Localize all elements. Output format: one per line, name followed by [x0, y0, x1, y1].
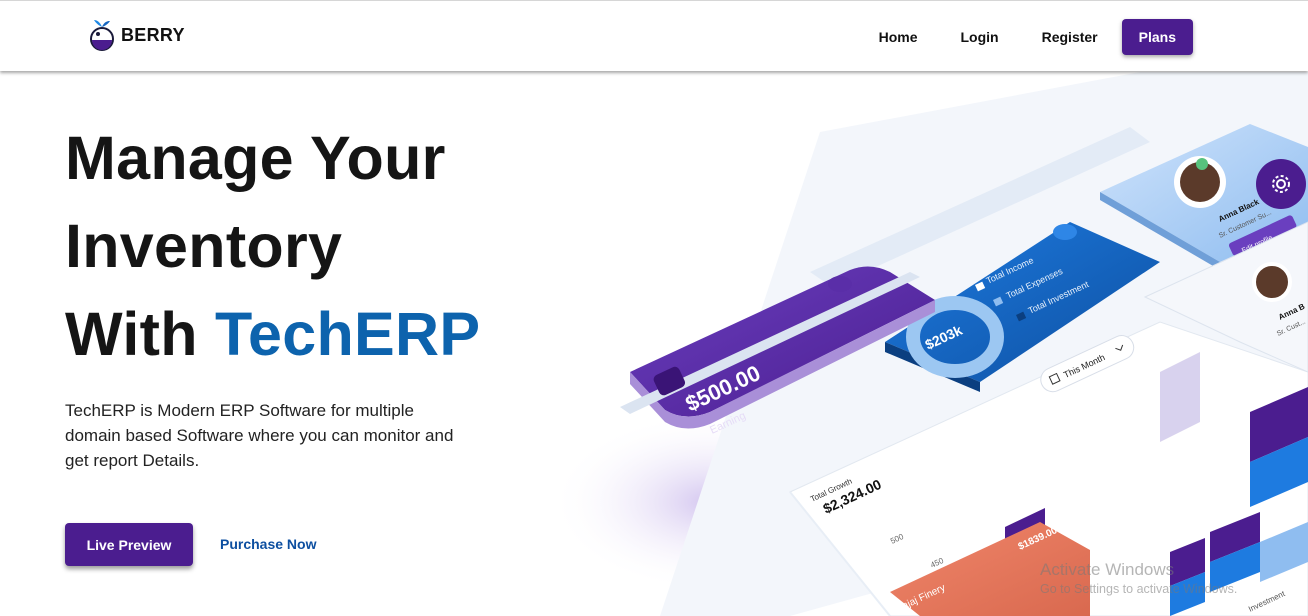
- hero-heading-prefix: With: [65, 300, 216, 368]
- plans-button[interactable]: Plans: [1121, 19, 1193, 55]
- blue-card-menu-icon[interactable]: [1053, 224, 1077, 240]
- dashboard-illustration: $1839.00 Bajaj Finery Total Growth $2,32…: [560, 72, 1308, 616]
- online-status-icon: [1196, 158, 1208, 170]
- hero-heading-line-2: Inventory: [65, 212, 343, 280]
- brand-name: BERRY: [121, 24, 185, 45]
- hero-heading: Manage Your Inventory With TechERP: [65, 114, 480, 378]
- nav-home-link[interactable]: Home: [879, 29, 918, 45]
- settings-button[interactable]: [1256, 159, 1306, 209]
- nav-register-link[interactable]: Register: [1042, 29, 1098, 45]
- hero-heading-line-1: Manage Your: [65, 124, 446, 192]
- top-navbar: BERRY Home Login Register Plans: [0, 0, 1308, 71]
- earning-card-menu-icon[interactable]: [828, 276, 852, 292]
- watermark-subtitle: Go to Settings to activate Windows.: [1040, 582, 1238, 596]
- watermark-title: Activate Windows: [1040, 560, 1175, 579]
- berry-logo-icon: [90, 20, 114, 51]
- os-activation-watermark: Activate Windows Go to Settings to activ…: [1040, 560, 1237, 596]
- main-nav: Home Login Register Plans: [836, 19, 1193, 55]
- nav-login-link[interactable]: Login: [961, 29, 999, 45]
- avatar-secondary: [1252, 262, 1292, 302]
- landing-page: BERRY Home Login Register Plans Manage Y…: [0, 0, 1308, 616]
- brand-logo[interactable]: BERRY: [88, 18, 185, 52]
- hero-description: TechERP is Modern ERP Software for multi…: [65, 401, 454, 470]
- hero-heading-accent: TechERP: [215, 300, 481, 368]
- live-preview-button[interactable]: Live Preview: [65, 523, 193, 566]
- purchase-now-link[interactable]: Purchase Now: [220, 536, 316, 552]
- hero-heading-line-3: With TechERP: [65, 290, 480, 378]
